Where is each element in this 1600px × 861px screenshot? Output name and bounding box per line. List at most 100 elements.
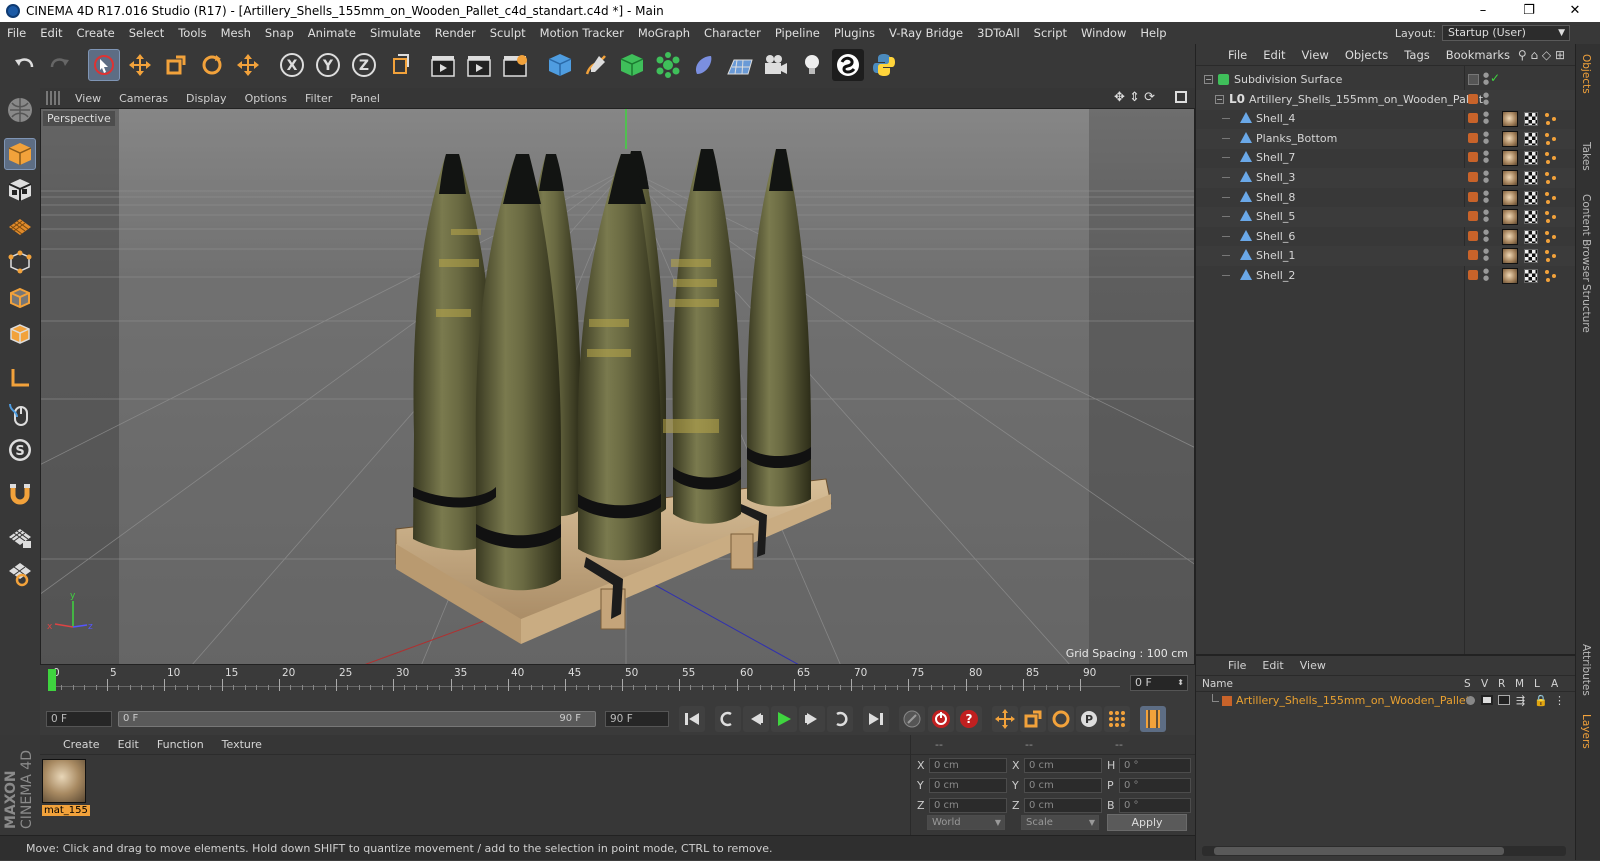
previous-frame-icon[interactable] (743, 706, 769, 732)
object-row[interactable]: Planks_Bottom ● ● (1196, 128, 1576, 149)
position-z-field[interactable]: 0 cm (929, 798, 1007, 813)
viewport-menu-view[interactable]: View (66, 92, 110, 105)
layer-color-dot[interactable] (1468, 250, 1478, 261)
go-to-start-icon[interactable] (679, 706, 705, 732)
autokeying-icon[interactable] (928, 706, 954, 732)
camera-icon[interactable] (760, 49, 792, 81)
layer-color-dot[interactable] (1468, 132, 1478, 143)
layer-swatch-empty[interactable] (1468, 74, 1479, 85)
menu-help[interactable]: Help (1133, 26, 1173, 40)
layer-menu-file[interactable]: File (1220, 659, 1254, 672)
coordinate-system-icon[interactable] (384, 49, 416, 81)
object-menu-bookmarks[interactable]: Bookmarks (1438, 48, 1518, 62)
enabled-check-icon[interactable]: ✓ (1490, 71, 1500, 85)
model-mode-icon[interactable] (4, 138, 36, 170)
object-menu-objects[interactable]: Objects (1337, 48, 1396, 62)
key-scale-icon[interactable] (1020, 706, 1046, 732)
visibility-dots-icon[interactable]: ● ● (1483, 248, 1489, 262)
render-settings-icon[interactable] (500, 49, 532, 81)
material-menu-function[interactable]: Function (148, 738, 213, 751)
transform-tool-icon[interactable] (232, 49, 264, 81)
render-view-icon[interactable] (428, 49, 460, 81)
tree-expand-icon[interactable]: − (1215, 94, 1224, 104)
side-tab-content-browser[interactable]: Content Browser (1580, 194, 1592, 282)
menu-pipeline[interactable]: Pipeline (768, 26, 827, 40)
cube-primitive-icon[interactable] (544, 49, 576, 81)
material-swatch[interactable] (42, 759, 86, 803)
polygons-mode-icon[interactable] (4, 318, 36, 350)
rotation-p-field[interactable]: 0 ° (1119, 778, 1191, 793)
rotate-tool-icon[interactable] (196, 49, 228, 81)
layer-manager-icon[interactable]: ⇶ (1516, 694, 1525, 707)
layer-col-name[interactable]: Name (1202, 678, 1233, 690)
magnet-icon[interactable] (4, 478, 36, 510)
start-frame-field[interactable]: 0 F (46, 711, 112, 727)
workplane-lock-icon[interactable] (4, 522, 36, 554)
undo-icon[interactable] (8, 49, 40, 81)
rotation-b-field[interactable]: 0 ° (1119, 798, 1191, 813)
viewport-menu-display[interactable]: Display (177, 92, 236, 105)
position-y-field[interactable]: 0 cm (929, 778, 1007, 793)
object-menu-view[interactable]: View (1294, 48, 1337, 62)
timeline-layout-icon[interactable] (1140, 706, 1166, 732)
menu-create[interactable]: Create (70, 26, 122, 40)
material-menu-edit[interactable]: Edit (109, 738, 148, 751)
layer-row[interactable]: Artillery_Shells_155mm_on_Wooden_Pallet … (1196, 692, 1575, 710)
visibility-dots-icon[interactable]: ● ● (1483, 111, 1489, 125)
menu-plugins[interactable]: Plugins (827, 26, 882, 40)
menu-select[interactable]: Select (122, 26, 171, 40)
phong-tag-icon[interactable] (1544, 132, 1558, 146)
layer-color-dot[interactable] (1468, 93, 1478, 104)
playhead-marker[interactable] (48, 669, 56, 691)
redo-icon[interactable] (44, 49, 76, 81)
object-row[interactable]: Shell_2 ● ● (1196, 266, 1576, 286)
phong-tag-icon[interactable] (1544, 249, 1558, 263)
object-row[interactable]: Shell_5 ● ● (1196, 207, 1576, 228)
floor-icon[interactable] (724, 49, 756, 81)
layer-color-dot[interactable] (1468, 211, 1478, 222)
scale-tool-icon[interactable] (160, 49, 192, 81)
menu-character[interactable]: Character (697, 26, 768, 40)
frame-range-slider[interactable]: 0 F 90 F (118, 711, 596, 727)
visibility-dots-icon[interactable]: ● ● (1483, 91, 1489, 106)
layer-col-animation[interactable]: A (1551, 678, 1558, 690)
keyframe-selection-icon[interactable]: ? (956, 706, 982, 732)
edges-mode-icon[interactable] (4, 282, 36, 314)
object-search-icons[interactable]: ⚲ ⌂ ◇ ⊞ (1518, 48, 1565, 62)
layer-menu-view[interactable]: View (1292, 659, 1334, 672)
object-row[interactable]: Shell_8 ● ● (1196, 188, 1576, 208)
rotation-h-field[interactable]: 0 ° (1119, 758, 1191, 773)
next-key-icon[interactable] (827, 706, 853, 732)
object-menu-edit[interactable]: Edit (1255, 48, 1293, 62)
material-menu-create[interactable]: Create (54, 738, 109, 751)
layer-col-view[interactable]: V (1481, 678, 1488, 690)
layer-color-dot[interactable] (1468, 270, 1478, 280)
3d-viewport[interactable]: y x z Perspective Grid Spacing : 100 cm (40, 108, 1195, 665)
snapping-icon[interactable]: S (4, 434, 36, 466)
uvw-tag-icon[interactable] (1524, 229, 1538, 244)
object-name[interactable]: Shell_3 (1256, 171, 1295, 184)
object-name[interactable]: Planks_Bottom (1256, 132, 1337, 145)
maximize-button[interactable]: ❐ (1506, 0, 1552, 22)
camera-label[interactable]: Perspective (43, 111, 115, 126)
texture-tag-icon[interactable] (1502, 130, 1518, 147)
phong-tag-icon[interactable] (1544, 151, 1558, 165)
pen-spline-icon[interactable] (580, 49, 612, 81)
layer-color-dot[interactable] (1468, 113, 1478, 124)
object-row[interactable]: − Subdivision Surface ✓ ● ● (1196, 70, 1576, 90)
texture-tag-icon[interactable] (1502, 248, 1518, 265)
layer-solo-icon[interactable] (1466, 696, 1475, 705)
object-menu-file[interactable]: File (1220, 48, 1255, 62)
texture-tag-icon[interactable] (1502, 111, 1518, 128)
workplane-mode-icon[interactable] (4, 210, 36, 242)
texture-tag-icon[interactable] (1502, 209, 1518, 226)
visibility-dots-icon[interactable]: ● ● (1483, 150, 1489, 164)
size-z-field[interactable]: 0 cm (1024, 798, 1102, 813)
horizontal-scrollbar[interactable] (1202, 846, 1566, 856)
visibility-dots-icon[interactable]: ● ● (1483, 72, 1489, 86)
menu-sculpt[interactable]: Sculpt (483, 26, 533, 40)
uvw-tag-icon[interactable] (1524, 190, 1538, 205)
frame-ruler[interactable]: 0 5 10 15 20 25 30 35 40 45 50 55 60 65 70 75 80 85 90 (48, 667, 1120, 695)
visibility-dots-icon[interactable]: ● ● (1483, 209, 1489, 223)
object-menu-tags[interactable]: Tags (1396, 48, 1437, 62)
